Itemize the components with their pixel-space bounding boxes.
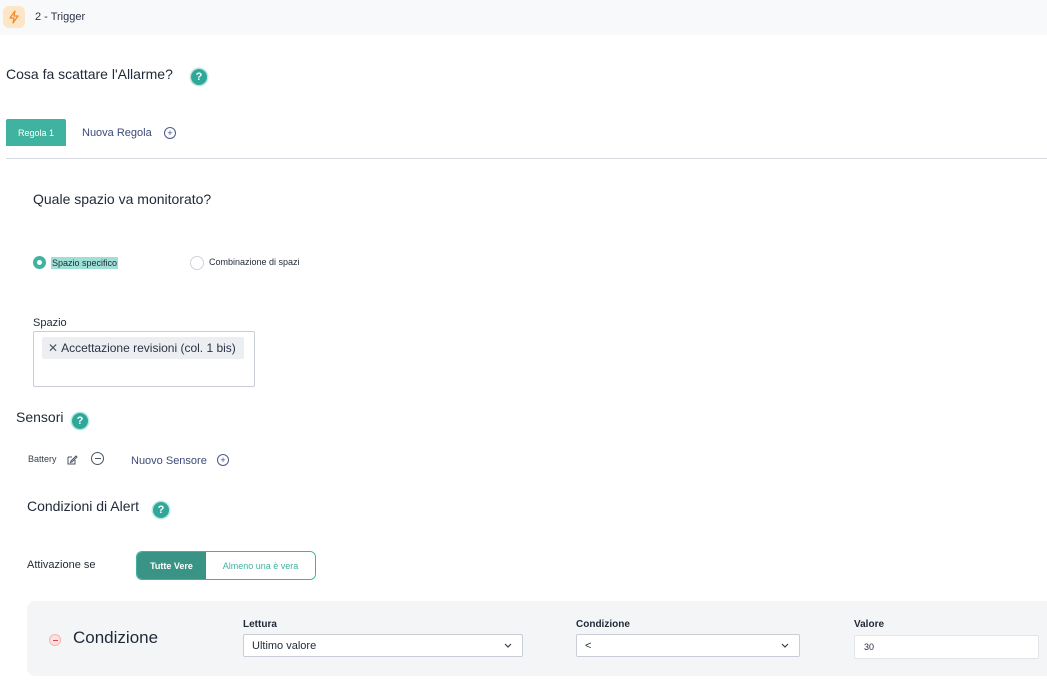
condition-select-value: < — [585, 639, 592, 652]
step-title: 2 - Trigger — [35, 11, 86, 23]
lightning-icon — [3, 6, 25, 28]
edit-icon[interactable] — [66, 453, 78, 465]
condition-title: Condizione — [73, 628, 159, 647]
radio-label-specific-space[interactable]: Spazio specifico — [51, 257, 119, 269]
chevron-down-icon — [504, 643, 512, 648]
chevron-down-icon — [781, 643, 789, 648]
plus-icon[interactable]: + — [217, 454, 229, 466]
activation-toggle: Tutte Vere Almeno una è vera — [136, 551, 316, 580]
space-field-label: Spazio — [33, 317, 67, 329]
remove-condition-icon[interactable] — [49, 634, 61, 646]
space-question: Quale spazio va monitorato? — [33, 191, 212, 207]
trigger-question: Cosa fa scattare l'Allarme? — [6, 66, 173, 82]
new-sensor-link[interactable]: Nuovo Sensore — [131, 455, 207, 467]
toggle-at-least-one[interactable]: Almeno una è vera — [206, 552, 315, 579]
close-icon[interactable]: ✕ — [48, 341, 58, 355]
activation-label: Attivazione se — [27, 559, 96, 571]
reading-select[interactable]: Ultimo valore — [243, 634, 523, 657]
radio-label-space-combination[interactable]: Combinazione di spazi — [209, 257, 300, 267]
value-input[interactable]: 30 — [854, 635, 1039, 659]
condition-label: Condizione — [576, 619, 630, 630]
step-header — [0, 0, 1047, 35]
help-icon[interactable]: ? — [191, 69, 207, 85]
selected-space-label: Accettazione revisioni (col. 1 bis) — [61, 341, 236, 355]
space-multiselect[interactable]: ✕ Accettazione revisioni (col. 1 bis) — [33, 331, 255, 387]
sensor-item-battery: Battery — [28, 454, 57, 464]
help-icon[interactable]: ? — [72, 413, 88, 429]
tab-regola-1[interactable]: Regola 1 — [6, 119, 66, 146]
remove-sensor-icon[interactable] — [91, 452, 104, 465]
plus-icon[interactable]: + — [164, 127, 176, 139]
reading-select-value: Ultimo valore — [252, 639, 317, 652]
radio-space-combination[interactable] — [190, 256, 204, 270]
value-label: Valore — [854, 619, 885, 630]
selected-space-tag: ✕ Accettazione revisioni (col. 1 bis) — [42, 337, 244, 359]
tabs-divider — [6, 158, 1047, 159]
help-icon[interactable]: ? — [153, 502, 169, 518]
reading-label: Lettura — [243, 619, 277, 630]
radio-specific-space[interactable] — [33, 256, 46, 269]
alert-conditions-title: Condizioni di Alert — [27, 498, 140, 514]
toggle-all-true[interactable]: Tutte Vere — [137, 552, 206, 579]
new-rule-tab[interactable]: Nuova Regola — [82, 127, 152, 139]
sensors-title: Sensori — [16, 409, 64, 425]
condition-select[interactable]: < — [576, 634, 800, 657]
